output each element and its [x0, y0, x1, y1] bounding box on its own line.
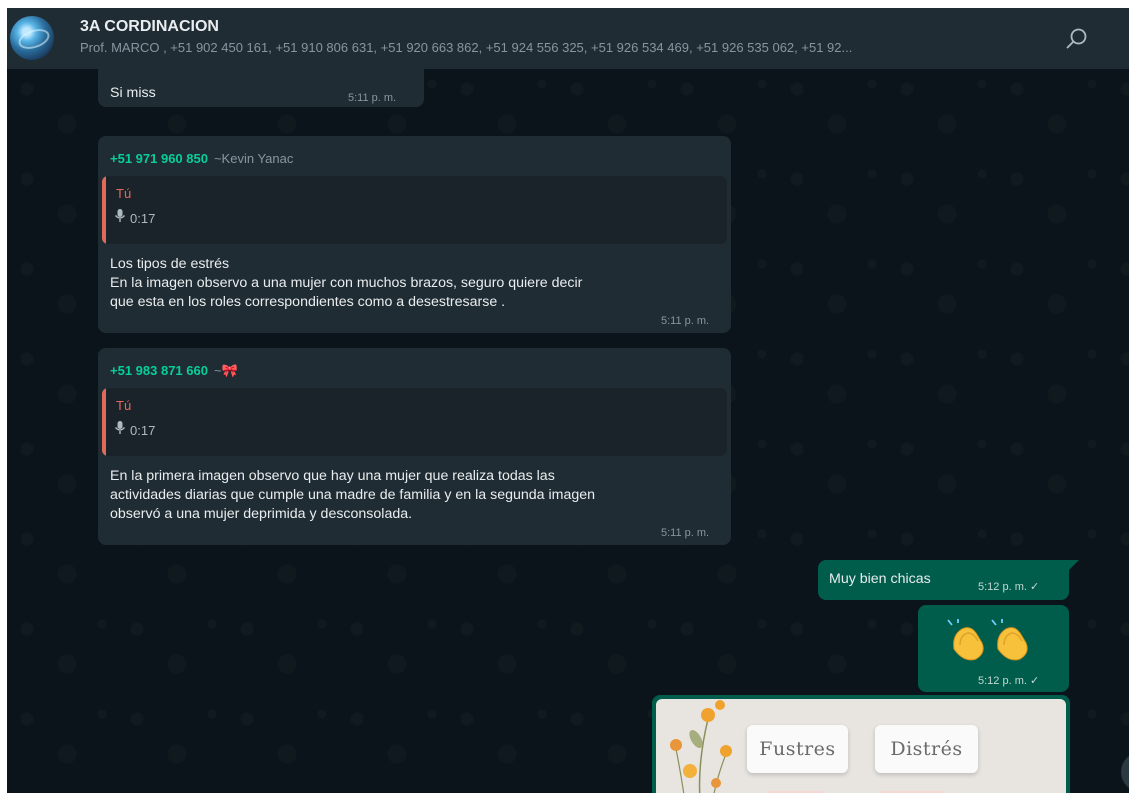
message-line: En la primera imagen observo que hay una…: [110, 468, 555, 484]
message-outgoing-image[interactable]: Fustres Distrés: [652, 695, 1070, 793]
message-text: Si miss: [110, 85, 156, 101]
quote-author: Tú: [116, 398, 132, 413]
message-incoming[interactable]: +51 971 960 850 ~Kevin Yanac Tú 0:17 Los…: [98, 136, 731, 333]
message-sender: +51 971 960 850 ~Kevin Yanac: [110, 150, 293, 168]
quoted-message[interactable]: Tú 0:17: [102, 176, 727, 244]
sender-alias: ~Kevin Yanac: [213, 151, 294, 166]
chat-header[interactable]: 3A CORDINACION Prof. MARCO , +51 902 450…: [7, 8, 1129, 69]
message-line: Los tipos de estrés: [110, 256, 230, 272]
message-time: 5:12 p. m. ✓: [978, 675, 1040, 687]
mic-icon: [114, 208, 126, 228]
scroll-down-button[interactable]: [1121, 752, 1129, 792]
chat-title-block[interactable]: 3A CORDINACION Prof. MARCO , +51 902 450…: [80, 17, 1040, 57]
message-sender: +51 983 871 660 ~🎀: [110, 362, 238, 380]
search-icon[interactable]: [1064, 26, 1090, 52]
audio-duration: 0:17: [130, 422, 156, 438]
message-time: 5:11 p. m.: [348, 92, 397, 104]
sender-alias: ~🎀: [213, 363, 238, 378]
audio-duration: 0:17: [130, 210, 156, 226]
message-line: actividades diarias que cumple una madre…: [110, 487, 596, 503]
message-time: 5:11 p. m.: [661, 527, 710, 539]
group-avatar[interactable]: [10, 16, 54, 60]
sender-number[interactable]: +51 983 871 660: [110, 363, 208, 378]
message-list[interactable]: Si miss 5:11 p. m. +51 971 960 850 ~Kevin…: [7, 69, 1129, 793]
message-incoming[interactable]: Si miss 5:11 p. m.: [98, 69, 424, 107]
message-text: Muy bien chicas: [829, 571, 931, 587]
group-members: Prof. MARCO , +51 902 450 161, +51 910 8…: [80, 40, 853, 55]
quoted-message[interactable]: Tú 0:17: [102, 388, 727, 456]
whatsapp-window: 3A CORDINACION Prof. MARCO , +51 902 450…: [7, 8, 1129, 793]
image-card-left: Fustres: [747, 725, 848, 773]
message-line: observó a una mujer deprimida y desconso…: [110, 506, 413, 522]
message-outgoing[interactable]: 5:12 p. m. ✓: [918, 605, 1069, 692]
message-outgoing[interactable]: Muy bien chicas 5:12 p. m. ✓: [818, 560, 1069, 600]
message-incoming[interactable]: +51 983 871 660 ~🎀 Tú 0:17 En la primera…: [98, 348, 731, 545]
sender-number[interactable]: +51 971 960 850: [110, 151, 208, 166]
image-card-right: Distrés: [875, 725, 978, 773]
quote-audio: 0:17: [114, 208, 155, 228]
message-time: 5:12 p. m. ✓: [978, 581, 1040, 593]
mic-icon: [114, 420, 126, 440]
message-line: En la imagen observo a una mujer con muc…: [110, 275, 583, 291]
clapping-hands-emoji: [946, 619, 1036, 663]
quote-bar: [102, 176, 106, 244]
bubble-tail: [1069, 560, 1079, 570]
shared-image[interactable]: Fustres Distrés: [656, 699, 1066, 793]
quote-audio: 0:17: [114, 420, 155, 440]
quote-bar: [102, 388, 106, 456]
message-time: 5:11 p. m.: [661, 315, 710, 327]
quote-author: Tú: [116, 186, 132, 201]
group-name: 3A CORDINACION: [80, 18, 219, 35]
message-line: que esta en los roles correspondientes c…: [110, 294, 506, 310]
flower-illustration: [670, 700, 732, 793]
